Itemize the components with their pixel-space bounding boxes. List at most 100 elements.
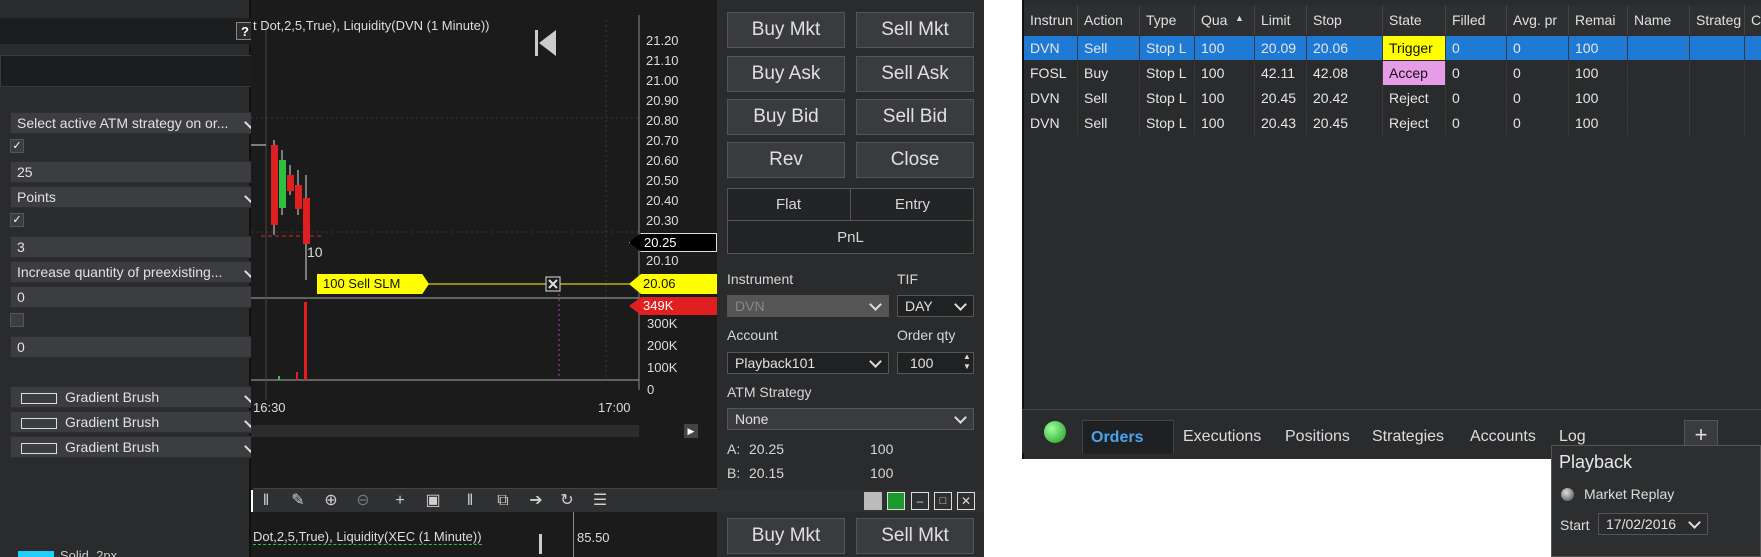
column-header[interactable]: Stop bbox=[1307, 5, 1383, 35]
ask-label: A: bbox=[727, 441, 741, 457]
sell-bid-button[interactable]: Sell Bid bbox=[856, 99, 974, 135]
close-position-button[interactable]: Close bbox=[856, 142, 974, 178]
order-price-label: 20.06 bbox=[629, 274, 717, 294]
value-field-2[interactable]: 3 bbox=[10, 236, 264, 258]
checkbox-3[interactable] bbox=[10, 313, 24, 327]
quantity-mode-select[interactable]: Increase quantity of preexisting... bbox=[10, 261, 264, 283]
scroll-right-icon[interactable]: ▶ bbox=[684, 424, 698, 438]
checkbox-1[interactable]: ✓ bbox=[10, 139, 24, 153]
ask-price: 20.25 bbox=[749, 441, 785, 457]
zoom-in-icon[interactable]: ⊕ bbox=[321, 492, 341, 510]
tab-strategies[interactable]: Strategies bbox=[1364, 420, 1452, 454]
sell-market-button-2[interactable]: Sell Mkt bbox=[856, 518, 974, 554]
table-cell bbox=[1745, 111, 1761, 135]
current-price-label: 20.25 bbox=[629, 233, 717, 252]
tab-orders[interactable]: Orders bbox=[1082, 420, 1174, 454]
chart-trader-icon[interactable]: ‖ bbox=[460, 492, 480, 510]
buy-ask-button[interactable]: Buy Ask bbox=[727, 56, 845, 92]
price-tick: 20.10 bbox=[646, 253, 679, 268]
list-icon[interactable]: ☰ bbox=[590, 492, 610, 510]
table-cell: 20.42 bbox=[1307, 86, 1383, 110]
tif-select[interactable]: DAY bbox=[897, 295, 974, 317]
buy-bid-button[interactable]: Buy Bid bbox=[727, 99, 845, 135]
market-replay-radio[interactable] bbox=[1561, 488, 1574, 501]
value-field-1[interactable]: 25 bbox=[10, 161, 264, 183]
sell-market-button[interactable]: Sell Mkt bbox=[856, 12, 974, 48]
pencil-icon[interactable]: ✎ bbox=[288, 492, 308, 510]
tab-accounts[interactable]: Accounts bbox=[1462, 420, 1544, 454]
table-cell bbox=[1745, 61, 1761, 85]
volume-tick: 100K bbox=[647, 360, 678, 375]
column-header[interactable]: State bbox=[1383, 5, 1446, 35]
objects-icon[interactable]: ⧉ bbox=[493, 492, 513, 510]
brush-label: Gradient Brush bbox=[65, 389, 160, 405]
column-header[interactable]: Filled bbox=[1446, 5, 1507, 35]
skip-back-icon[interactable] bbox=[539, 534, 542, 554]
table-cell: DVN bbox=[1024, 36, 1078, 60]
brush-select-3[interactable]: Gradient Brush bbox=[10, 436, 264, 458]
price-chart-2[interactable]: Dot,2,5,True), Liquidity(XEC (1 Minute))… bbox=[251, 512, 717, 557]
skip-back-icon[interactable] bbox=[535, 30, 556, 56]
atm-strategy-select[interactable]: Select active ATM strategy on or... bbox=[10, 112, 264, 134]
strategy-icon[interactable]: ➔ bbox=[526, 492, 546, 510]
value-field-4[interactable]: 0 bbox=[10, 336, 264, 358]
chart-scrollbar[interactable] bbox=[251, 425, 639, 437]
column-header[interactable]: Name bbox=[1628, 5, 1690, 35]
atm-strategy-dropdown[interactable]: None bbox=[727, 408, 974, 430]
table-row[interactable]: DVN Sell Stop L 100 20.45 20.42 Reject 0 0 100 bbox=[1024, 86, 1761, 110]
table-cell: Stop L bbox=[1140, 36, 1195, 60]
volume-bar bbox=[278, 376, 280, 380]
table-cell bbox=[1745, 86, 1761, 110]
minimize-icon[interactable]: – bbox=[911, 492, 929, 510]
chart-title-2: Dot,2,5,True), Liquidity(XEC (1 Minute)) bbox=[253, 529, 482, 545]
column-header[interactable]: Avg. pr bbox=[1507, 5, 1569, 35]
table-row[interactable]: FOSL Buy Stop L 100 42.11 42.08 Accep 0 0 100 bbox=[1024, 61, 1761, 85]
column-header[interactable]: Instrun bbox=[1024, 5, 1078, 35]
refresh-icon[interactable]: ↻ bbox=[557, 492, 577, 510]
table-row[interactable]: DVN Sell Stop L 100 20.43 20.45 Reject 0 0 100 bbox=[1024, 111, 1761, 135]
maximize-icon[interactable]: □ bbox=[934, 492, 952, 510]
stepper-arrows-icon[interactable]: ▲ ▼ bbox=[963, 352, 971, 372]
start-date-picker[interactable]: 17/02/2016 bbox=[1598, 513, 1708, 535]
tab-executions[interactable]: Executions bbox=[1175, 420, 1269, 454]
table-row[interactable]: DVN Sell Stop L 100 20.09 20.06 Trigger 0 0 100 bbox=[1024, 36, 1761, 60]
crosshair-icon[interactable]: + bbox=[390, 492, 410, 510]
price-chart[interactable]: t Dot,2,5,True), Liquidity(DVN (1 Minute… bbox=[251, 0, 717, 490]
column-header[interactable]: Limit bbox=[1255, 5, 1307, 35]
buy-market-button-2[interactable]: Buy Mkt bbox=[727, 518, 845, 554]
brush-select-2[interactable]: Gradient Brush bbox=[10, 411, 264, 433]
column-header[interactable]: Type bbox=[1140, 5, 1195, 35]
volume-bar bbox=[304, 302, 307, 380]
table-cell: 42.11 bbox=[1255, 61, 1307, 85]
close-window-icon[interactable]: ✕ bbox=[957, 492, 975, 510]
sell-ask-button[interactable]: Sell Ask bbox=[856, 56, 974, 92]
column-header[interactable]: Remai bbox=[1569, 5, 1628, 35]
color-green-icon[interactable] bbox=[887, 492, 905, 510]
table-cell bbox=[1628, 86, 1690, 110]
units-select[interactable]: Points bbox=[10, 186, 264, 208]
price-tick: 20.90 bbox=[646, 93, 679, 108]
position-entry: Entry bbox=[851, 188, 974, 221]
reverse-button[interactable]: Rev bbox=[727, 142, 845, 178]
orders-window: Instrun Action Type Qua Limit Stop State Filled… bbox=[1022, 0, 1761, 459]
checkbox-2[interactable]: ✓ bbox=[10, 213, 24, 227]
properties-search[interactable] bbox=[0, 55, 274, 87]
atm-strategy-label: ATM Strategy bbox=[727, 384, 812, 400]
buy-market-button[interactable]: Buy Mkt bbox=[727, 12, 845, 48]
bars-icon[interactable]: ‖ bbox=[256, 492, 276, 510]
zoom-out-icon[interactable]: ⊖ bbox=[353, 492, 373, 510]
data-box-icon[interactable]: ▣ bbox=[423, 492, 443, 510]
account-select[interactable]: Playback101 bbox=[727, 352, 889, 374]
color-gray-icon[interactable] bbox=[864, 492, 882, 510]
table-cell: Trigger bbox=[1383, 36, 1446, 60]
column-header[interactable]: Strateg bbox=[1690, 5, 1745, 35]
column-header[interactable]: Action bbox=[1078, 5, 1140, 35]
bar-label: 10 bbox=[307, 244, 323, 260]
tab-positions[interactable]: Positions bbox=[1277, 420, 1358, 454]
brush-select-1[interactable]: Gradient Brush bbox=[10, 386, 264, 408]
value-field-3[interactable]: 0 bbox=[10, 286, 264, 308]
instrument-select[interactable]: DVN bbox=[727, 295, 889, 317]
sell-order-label[interactable]: 100 Sell SLM bbox=[317, 274, 429, 294]
column-header[interactable]: Qua bbox=[1195, 5, 1255, 35]
column-header[interactable]: C bbox=[1745, 5, 1761, 35]
